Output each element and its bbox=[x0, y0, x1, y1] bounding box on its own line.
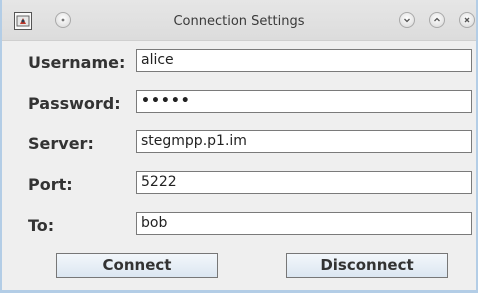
close-icon[interactable] bbox=[459, 12, 475, 28]
port-label: Port: bbox=[28, 175, 73, 194]
title-bar[interactable]: Connection Settings bbox=[2, 0, 476, 41]
chevron-up-icon[interactable] bbox=[429, 12, 445, 28]
password-field[interactable]: ••••• bbox=[136, 90, 472, 113]
to-label: To: bbox=[28, 216, 55, 235]
connection-settings-window: Connection Settings Username: alice Pass… bbox=[0, 0, 478, 293]
password-label: Password: bbox=[28, 94, 121, 113]
username-field[interactable]: alice bbox=[136, 49, 472, 72]
server-field[interactable]: stegmpp.p1.im bbox=[136, 130, 472, 153]
port-field[interactable]: 5222 bbox=[136, 171, 472, 194]
chevron-down-icon[interactable] bbox=[399, 12, 415, 28]
to-field[interactable]: bob bbox=[136, 212, 472, 235]
disconnect-button[interactable]: Disconnect bbox=[286, 253, 448, 278]
username-label: Username: bbox=[28, 53, 126, 72]
to-row: To: bob bbox=[28, 212, 472, 236]
server-row: Server: stegmpp.p1.im bbox=[28, 130, 472, 154]
username-row: Username: alice bbox=[28, 49, 472, 73]
port-row: Port: 5222 bbox=[28, 171, 472, 195]
connect-button[interactable]: Connect bbox=[56, 253, 218, 278]
server-label: Server: bbox=[28, 134, 94, 153]
password-row: Password: ••••• bbox=[28, 90, 472, 114]
